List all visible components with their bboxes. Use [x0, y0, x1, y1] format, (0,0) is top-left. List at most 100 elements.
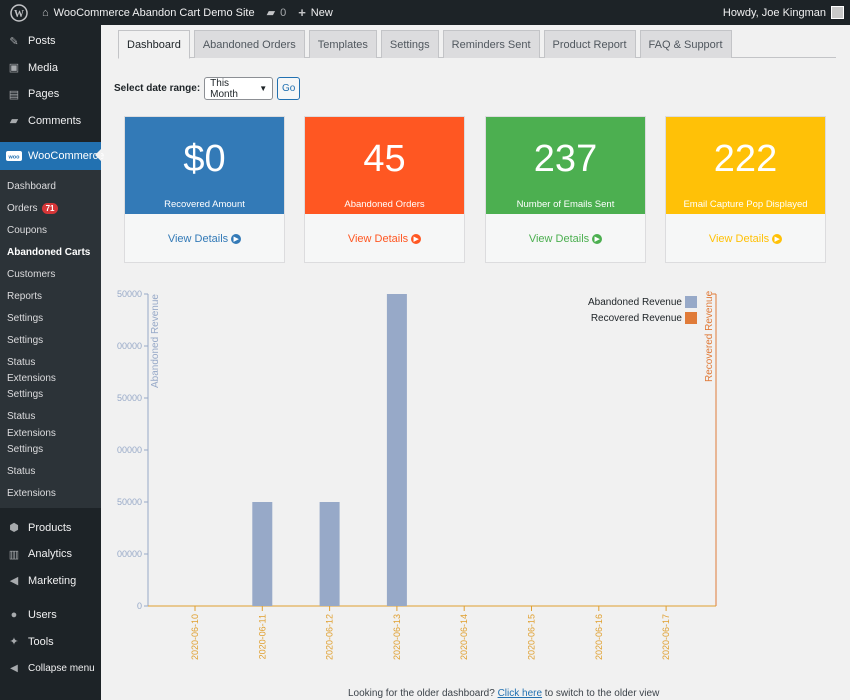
x-tick-label: 2020-06-11 [257, 614, 267, 659]
menu-media[interactable]: ▣ Media [0, 55, 101, 82]
submenu-settings[interactable]: Settings [0, 329, 101, 351]
legend-swatch-abandoned [685, 296, 697, 308]
submenu-orders[interactable]: Orders 71 [0, 198, 101, 220]
card-value: 222 [713, 138, 778, 180]
menu-woocommerce[interactable]: woo WooCommerce [0, 142, 104, 170]
email-capture-card: 222 Email Capture Pop Displayed View Det… [665, 116, 826, 263]
tab-abandoned-orders[interactable]: Abandoned Orders [193, 30, 305, 58]
tab-product-report[interactable]: Product Report [543, 30, 636, 58]
arrow-right-circle-icon: ▶ [411, 234, 422, 244]
abandoned-orders-card: 45 Abandoned Orders View Details ▶ [304, 116, 465, 263]
date-range-select[interactable]: This Month ▼ [204, 77, 274, 100]
x-tick-label: 2020-06-14 [459, 614, 469, 660]
menu-posts[interactable]: ✎ Posts [0, 28, 101, 55]
admin-bar: W ⌂ WooCommerce Abandon Cart Demo Site ▰… [0, 0, 850, 25]
orders-count-badge: 71 [41, 203, 59, 215]
users-icon: ● [10, 609, 18, 622]
submenu-status[interactable]: Status [0, 406, 101, 428]
right-axis-title: Recovered Revenue [704, 290, 715, 382]
submenu-settings[interactable]: Settings [0, 307, 101, 329]
collapse-icon: ◀ [10, 662, 18, 674]
menu-analytics[interactable]: ▥ Analytics [0, 541, 101, 568]
card-caption: Abandoned Orders [344, 199, 425, 210]
x-tick-label: 2020-06-12 [325, 614, 335, 660]
wordpress-logo-icon[interactable]: W [0, 0, 36, 25]
go-button[interactable]: Go [277, 77, 301, 100]
tools-icon: ✦ [9, 636, 19, 649]
card-caption: Number of Emails Sent [516, 199, 615, 210]
older-dashboard-note: Looking for the older dashboard? Click h… [348, 688, 660, 699]
menu-pages[interactable]: ▤ Pages [0, 81, 101, 108]
menu-users[interactable]: ● Users [0, 602, 101, 629]
view-details-link[interactable]: View Details ▶ [486, 214, 645, 264]
submenu-reports[interactable]: Reports [0, 285, 101, 307]
older-dashboard-link[interactable]: Click here [498, 688, 542, 699]
menu-comments[interactable]: ▰ Comments [0, 108, 101, 135]
site-name-link[interactable]: ⌂ WooCommerce Abandon Cart Demo Site [36, 0, 261, 25]
tab-dashboard[interactable]: Dashboard [118, 30, 190, 59]
bar-abandoned-revenue [252, 502, 273, 606]
comments-icon: ▰ [9, 115, 19, 128]
emails-sent-card: 237 Number of Emails Sent View Details ▶ [485, 116, 646, 263]
tab-templates[interactable]: Templates [308, 30, 377, 58]
arrow-right-circle-icon: ▶ [772, 234, 783, 244]
x-tick-label: 2020-06-13 [392, 614, 402, 660]
view-details-link[interactable]: View Details ▶ [125, 214, 284, 264]
svg-text:woo: woo [8, 154, 21, 160]
x-tick-label: 2020-06-17 [661, 614, 671, 660]
admin-sidebar: ✎ Posts ▣ Media ▤ Pages ▰ Comments woo WooCo… [0, 25, 104, 700]
y-tick-label: 0 [137, 601, 142, 611]
submenu-customers[interactable]: Customers [0, 264, 101, 286]
svg-text:W: W [14, 9, 24, 20]
avatar [831, 6, 844, 19]
submenu-dashboard[interactable]: Dashboard [0, 176, 101, 198]
y-tick-label: 00000 [117, 549, 142, 559]
pages-icon: ▤ [8, 88, 20, 101]
submenu-abandoned-carts[interactable]: Abandoned Carts [0, 242, 101, 264]
legend-label-abandoned: Abandoned Revenue [588, 297, 682, 308]
comments-link[interactable]: ▰ 0 [261, 0, 293, 25]
view-details-link[interactable]: View Details ▶ [305, 214, 464, 264]
submenu-status[interactable]: Status [0, 461, 101, 483]
recovered-amount-card: $0 Recovered Amount View Details ▶ [124, 116, 285, 263]
y-tick-label: 50000 [117, 497, 142, 507]
left-axis-title: Abandoned Revenue [150, 294, 161, 388]
menu-products[interactable]: ⬢ Products [0, 514, 101, 541]
woocommerce-icon: woo [6, 148, 22, 164]
date-range-form: Select date range: This Month ▼ Go [114, 77, 301, 100]
comment-bubble-icon: ▰ [266, 7, 276, 19]
submenu-settings[interactable]: Settings [0, 384, 101, 406]
plus-icon: + [298, 5, 306, 20]
y-tick-label: 50000 [117, 393, 142, 403]
products-icon: ⬢ [9, 522, 19, 535]
chevron-down-icon: ▼ [259, 84, 268, 93]
menu-tools[interactable]: ✦ Tools [0, 628, 101, 655]
submenu-settings[interactable]: Settings [0, 439, 101, 461]
menu-marketing[interactable]: ◀ Marketing [0, 567, 101, 594]
y-tick-label: 00000 [117, 341, 142, 351]
tab-faq-support[interactable]: FAQ & Support [639, 30, 732, 58]
account-menu[interactable]: Howdy, Joe Kingman [717, 0, 850, 25]
submenu-extensions[interactable]: Extensions [0, 373, 101, 384]
legend-label-recovered: Recovered Revenue [591, 313, 683, 324]
view-details-link[interactable]: View Details ▶ [666, 214, 825, 264]
card-caption: Email Capture Pop Displayed [683, 199, 808, 210]
card-value: 45 [363, 138, 406, 180]
tab-settings[interactable]: Settings [380, 30, 439, 58]
pin-icon: ✎ [9, 35, 19, 48]
card-header: 222 Email Capture Pop Displayed [666, 117, 825, 214]
analytics-icon: ▥ [8, 548, 20, 561]
submenu-extensions[interactable]: Extensions [0, 483, 101, 505]
submenu-coupons[interactable]: Coupons [0, 220, 101, 242]
arrow-right-circle-icon: ▶ [592, 234, 603, 244]
bar-abandoned-revenue [386, 294, 407, 606]
y-tick-label: 00000 [117, 445, 142, 455]
home-icon: ⌂ [42, 6, 49, 19]
collapse-menu-button[interactable]: ◀ Collapse menu [0, 655, 101, 682]
submenu-status[interactable]: Status [0, 351, 101, 373]
submenu-extensions[interactable]: Extensions [0, 428, 101, 439]
tab-reminders-sent[interactable]: Reminders Sent [442, 30, 540, 58]
card-value: $0 [183, 138, 226, 180]
woocommerce-submenu: Dashboard Orders 71 Coupons Abandoned Car… [0, 170, 101, 509]
new-content-link[interactable]: + New [292, 0, 339, 25]
